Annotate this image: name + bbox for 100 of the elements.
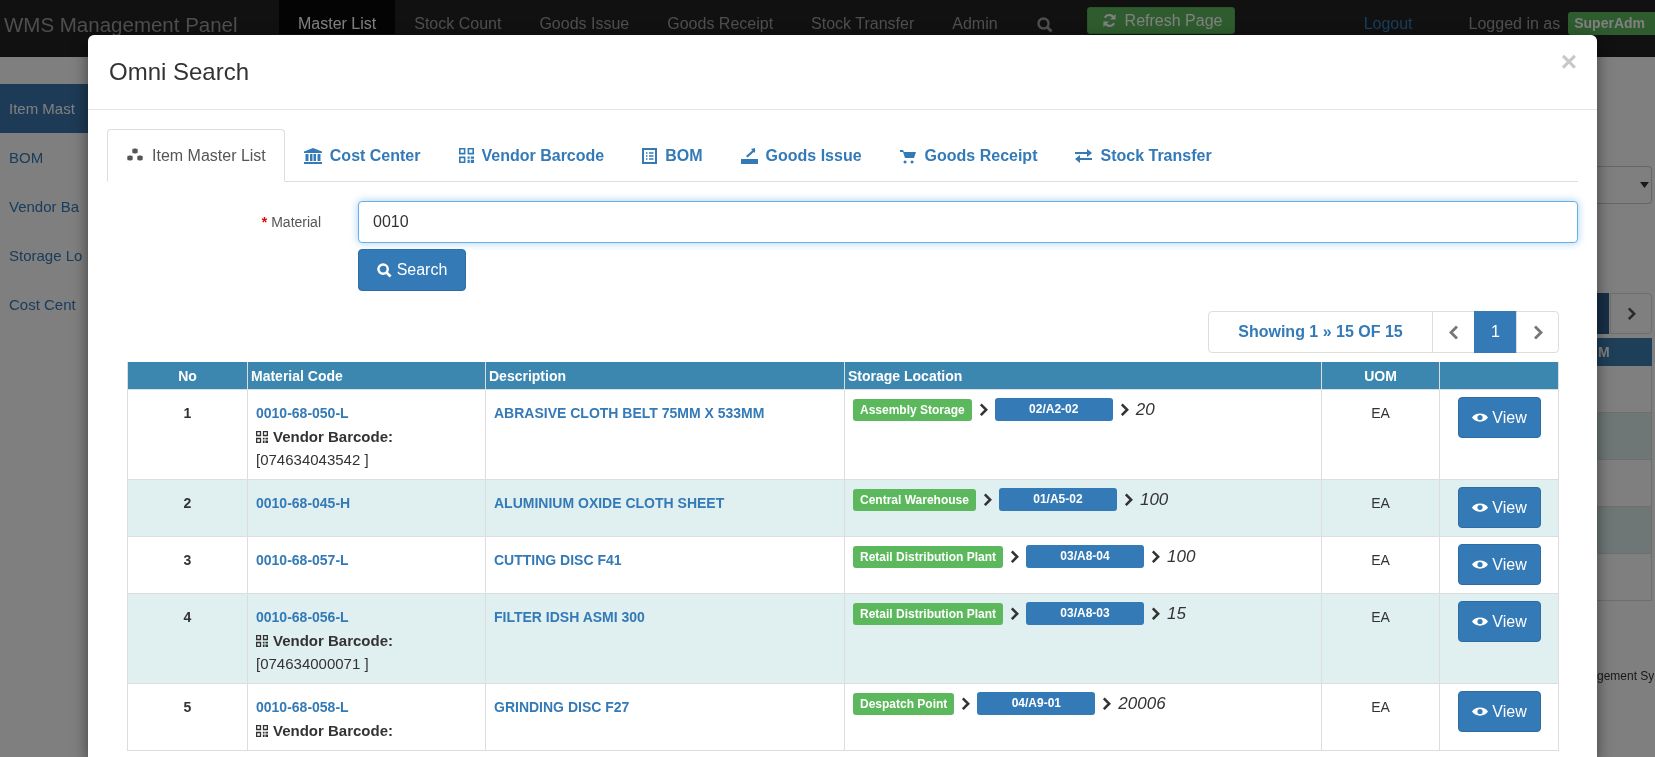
sidebar-item[interactable]: Cost Cent [0, 280, 88, 329]
tray-arrow-icon [740, 147, 758, 164]
refresh-icon [1101, 13, 1117, 28]
row-number: 1 [183, 405, 192, 421]
chevron-right-icon [1532, 324, 1543, 340]
sidebar-item[interactable]: Vendor Ba [0, 182, 88, 231]
chevron-right-icon [1119, 402, 1129, 417]
chevron-left-icon [1448, 324, 1459, 340]
tab[interactable]: BOM [623, 129, 722, 182]
table-row [1597, 507, 1652, 554]
column-header: Description [485, 362, 845, 390]
uom-text: EA [1371, 495, 1390, 511]
qr-code-icon [256, 724, 268, 737]
quantity-text: 20006 [1118, 693, 1166, 715]
material-input-field[interactable]: 0010 [358, 201, 1578, 243]
chevron-right-icon [1010, 549, 1019, 564]
tab[interactable]: Stock Transfer [1056, 129, 1231, 182]
user-badge: SuperAdm [1568, 12, 1655, 35]
nav-link[interactable]: Stock Transfer [792, 0, 934, 34]
cubes-icon [126, 147, 144, 164]
chevron-right-icon [978, 402, 988, 417]
chevron-right-icon [1626, 306, 1636, 321]
tab[interactable]: Item Master List [107, 129, 285, 182]
chevron-right-icon [1123, 492, 1133, 507]
cart-icon [899, 147, 917, 164]
nav-link[interactable]: Master List [279, 0, 396, 34]
list-icon [642, 147, 658, 164]
bin-label: 03/A8-04 [1026, 545, 1144, 568]
column-header: UOM [1321, 362, 1440, 390]
table-row [1597, 413, 1652, 460]
next-page-button[interactable] [1610, 293, 1652, 334]
column-header: No [127, 362, 248, 390]
material-code-link[interactable]: 0010-68-050-L [256, 402, 477, 425]
qr-code-icon [256, 634, 268, 647]
view-button[interactable]: View [1458, 544, 1541, 585]
bin-label: 01/A5-02 [998, 488, 1117, 511]
bin-label: 02/A2-02 [994, 398, 1113, 421]
next-page-button[interactable] [1516, 311, 1559, 353]
nav-link[interactable]: Stock Count [395, 0, 521, 34]
vendor-barcode-value: [074634043542 ] [256, 450, 370, 470]
eye-icon [1472, 616, 1489, 627]
bin-label: 03/A8-03 [1026, 602, 1144, 625]
eye-icon [1472, 502, 1489, 513]
chevron-right-icon [1010, 606, 1019, 621]
pagination-summary: Showing 1 » 15 OF 15 [1208, 311, 1433, 353]
view-button[interactable]: View [1458, 487, 1541, 528]
caret-icon [1640, 182, 1649, 188]
uom-text: EA [1371, 699, 1390, 715]
modal-title: Omni Search [109, 58, 250, 86]
eye-icon [1472, 706, 1489, 717]
view-button[interactable]: View [1458, 397, 1541, 438]
search-icon [376, 262, 392, 278]
view-button[interactable]: View [1458, 691, 1541, 732]
view-button[interactable]: View [1458, 601, 1541, 642]
row-number: 4 [183, 609, 192, 625]
row-number: 5 [183, 699, 192, 715]
location-label: Retail Distribution Plant [853, 545, 1003, 568]
bin-label: 04/A9-01 [977, 692, 1096, 715]
material-code-link[interactable]: 0010-68-058-L [256, 696, 477, 719]
qr-code-icon [458, 148, 474, 163]
swap-arrows-icon [1075, 148, 1093, 163]
nav-link[interactable]: Goods Issue [520, 0, 649, 34]
material-code-link[interactable]: 0010-68-056-L [256, 606, 477, 629]
sidebar-item[interactable]: BOM [0, 133, 88, 182]
vendor-barcode-label: Vendor Barcode: [273, 631, 394, 651]
location-label: Retail Distribution Plant [853, 602, 1003, 625]
page-button[interactable]: 1 [1474, 311, 1517, 353]
bank-icon [303, 147, 322, 164]
vendor-barcode-label: Vendor Barcode: [273, 427, 394, 447]
tab[interactable]: Cost Center [284, 129, 440, 182]
tab[interactable]: Vendor Barcode [439, 129, 624, 182]
column-header: M [1597, 338, 1652, 366]
uom-text: EA [1371, 552, 1390, 568]
row-number: 2 [183, 495, 192, 511]
tab[interactable]: Goods Receipt [880, 129, 1057, 182]
location-label: Despatch Point [853, 692, 955, 715]
column-header: Material Code [247, 362, 486, 390]
chevron-right-icon [961, 696, 971, 711]
quantity-text: 100 [1167, 546, 1196, 568]
chevron-right-icon [982, 492, 992, 507]
field-label: * Material [260, 214, 322, 230]
footer-text: gement Sy [1597, 669, 1655, 683]
eye-icon [1472, 559, 1489, 570]
sidebar-item[interactable]: Storage Lo [0, 231, 88, 280]
vendor-barcode-value: [074634000071 ] [256, 654, 370, 674]
chevron-right-icon [1102, 696, 1112, 711]
chevron-right-icon [1151, 549, 1160, 564]
location-label: Central Warehouse [853, 488, 976, 511]
vendor-barcode-label: Vendor Barcode: [273, 721, 394, 741]
search-icon[interactable] [1036, 17, 1053, 33]
quantity-text: 20 [1135, 399, 1155, 421]
tab[interactable]: Goods Issue [721, 129, 881, 182]
qr-code-icon [256, 430, 268, 443]
search-button[interactable]: Search [358, 249, 466, 291]
column-header: Storage Location [844, 362, 1322, 390]
location-label: Assembly Storage [853, 398, 972, 421]
sidebar-item[interactable]: Item Mast [0, 84, 88, 133]
row-number: 3 [183, 552, 192, 568]
chevron-right-icon [1151, 606, 1160, 621]
uom-text: EA [1371, 405, 1390, 421]
